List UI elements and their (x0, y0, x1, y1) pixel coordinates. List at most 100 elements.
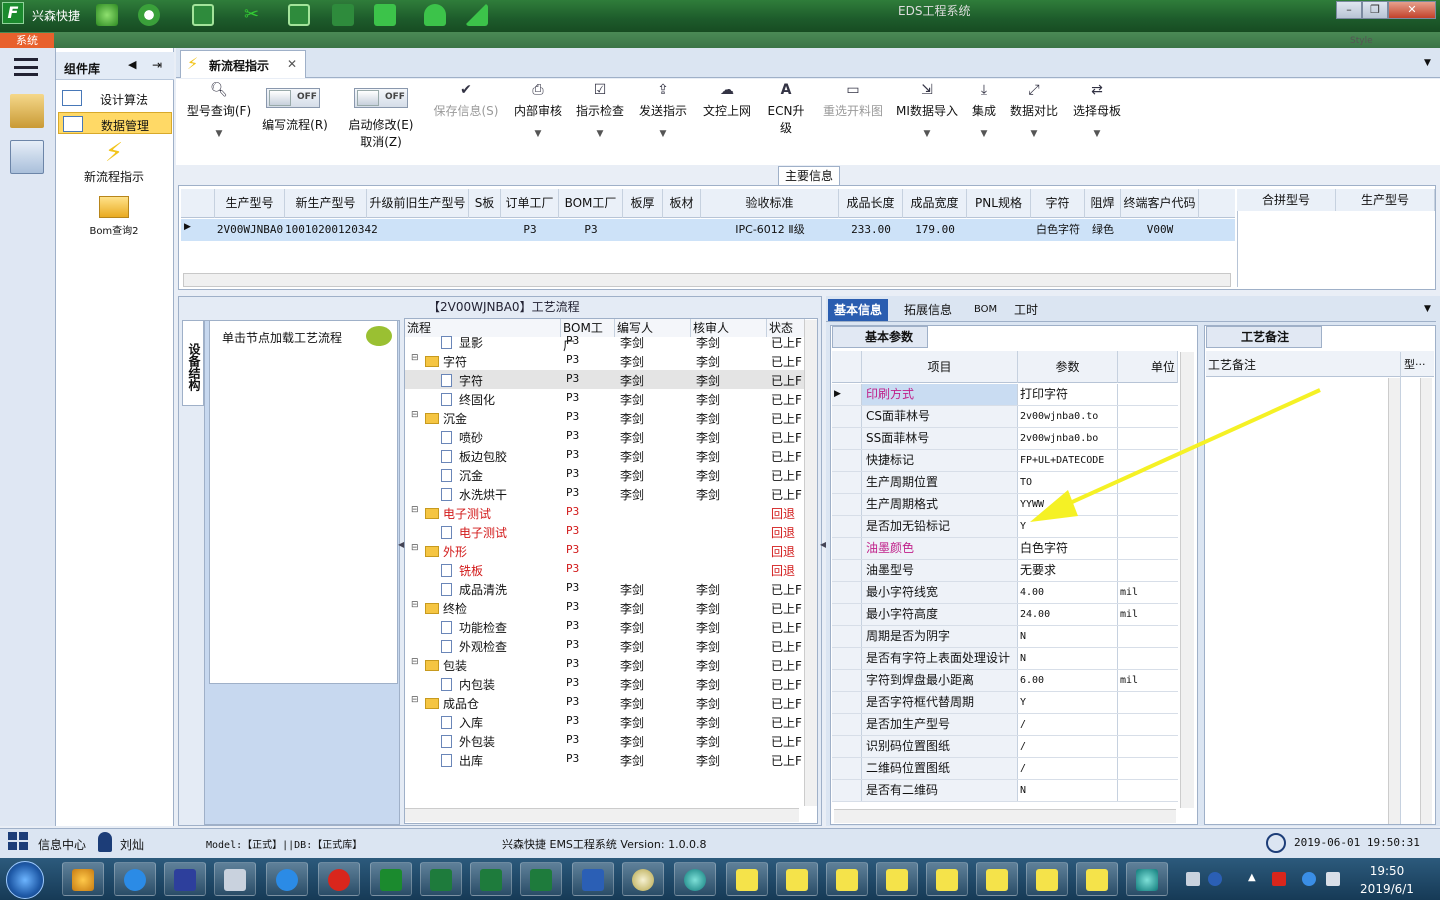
taskbar-app-x3[interactable] (826, 862, 868, 896)
main-col-header[interactable]: 阻焊 (1085, 189, 1121, 218)
param-value[interactable]: N (1018, 780, 1118, 801)
tree-row[interactable]: 成品清洗 P3 李剑 李剑 已上F (405, 579, 805, 598)
lifebuoy-quick-icon[interactable] (138, 4, 160, 26)
param-row[interactable]: 油墨颜色 白色字符 (832, 538, 1178, 560)
main-cell[interactable]: P3 (501, 219, 559, 241)
device-structure-tab[interactable]: 设备结构 (182, 320, 204, 406)
internal-review-button[interactable]: ⎙ 内部审核 ▼ (512, 82, 564, 139)
main-col-header[interactable]: 生产型号 (215, 189, 285, 218)
copy-quick-icon[interactable] (332, 4, 354, 26)
type-scrollbar[interactable] (1420, 378, 1432, 824)
main-cell[interactable]: P3 (559, 219, 623, 241)
param-value[interactable]: / (1018, 714, 1118, 735)
main-cell[interactable] (967, 219, 1031, 241)
taskbar-app-scanner[interactable] (214, 862, 256, 896)
taskbar-app-viewer[interactable] (674, 862, 716, 896)
tree-row[interactable]: ⊟ 终检 P3 李剑 李剑 已上F (405, 598, 805, 617)
bom-query2-item[interactable]: Bom查询2 (62, 196, 166, 237)
tree-row[interactable]: 水洗烘干 P3 李剑 李剑 已上F (405, 484, 805, 503)
tree-row[interactable]: 出库 P3 李剑 李剑 已上F (405, 750, 805, 769)
taskbar-app-x5[interactable] (926, 862, 968, 896)
main-col-header[interactable]: 终端客户代码 (1121, 189, 1199, 218)
taskbar-app-excel3[interactable] (520, 862, 562, 896)
comp-item-design-algorithm[interactable]: 设计算法 (58, 87, 172, 109)
tree-row[interactable]: 字符 P3 李剑 李剑 已上F (405, 370, 805, 389)
collapse-icon[interactable]: ⊟ (411, 353, 419, 363)
taskbar-app-paint[interactable] (622, 862, 664, 896)
mi-data-import-button[interactable]: ⇲ MI数据导入 ▼ (894, 82, 960, 139)
collapse-icon[interactable]: ⊟ (411, 657, 419, 667)
hamburger-menu-icon[interactable] (14, 58, 38, 76)
reselect-cutting-diagram-button[interactable]: ▭ 重选开料图 (820, 82, 886, 119)
main-cell[interactable] (623, 219, 663, 241)
tab-basic-params[interactable]: 基本参数 (832, 326, 928, 348)
main-col-header[interactable]: 板材 (663, 189, 701, 218)
close-tab-icon[interactable]: ✕ (287, 57, 297, 71)
system-menu[interactable]: 系统 (0, 33, 54, 49)
table-quick-icon[interactable] (192, 4, 214, 26)
tree-row[interactable]: ⊟ 沉金 P3 李剑 李剑 已上F (405, 408, 805, 427)
tab-extended-info[interactable]: 拓展信息 (898, 299, 958, 321)
chart-quick-icon[interactable] (466, 4, 488, 26)
main-col-header[interactable]: 板厚 (623, 189, 663, 218)
main-col-header[interactable]: 成品宽度 (903, 189, 967, 218)
main-info-scrollbar[interactable] (183, 273, 1231, 287)
collapse-icon[interactable]: ⊟ (411, 600, 419, 610)
main-cell[interactable]: 10010200120342 (285, 219, 378, 241)
main-cell[interactable]: IPC-6012 Ⅱ级 (701, 219, 839, 241)
info-center-link[interactable]: 信息中心 (38, 836, 86, 853)
main-col-header[interactable]: S板 (469, 189, 501, 218)
notes-scrollbar[interactable] (1388, 378, 1400, 824)
main-cell[interactable] (367, 219, 469, 241)
param-value[interactable]: N (1018, 648, 1118, 669)
tree-row[interactable]: 板边包胶 P3 李剑 李剑 已上F (405, 446, 805, 465)
start-button-icon[interactable] (6, 861, 44, 899)
collapse-icon[interactable]: ⊟ (411, 543, 419, 553)
main-col-header[interactable]: 新生产型号 (285, 189, 367, 218)
comp-item-data-management[interactable]: 数据管理 (58, 112, 172, 134)
tree-horizontal-scrollbar[interactable] (405, 808, 799, 822)
taskbar-app-save[interactable] (164, 862, 206, 896)
param-row[interactable]: 识别码位置图纸 / (832, 736, 1178, 758)
taskbar-app-excel1[interactable] (420, 862, 462, 896)
main-cell[interactable]: 179.00 (903, 219, 967, 241)
pin-icon[interactable]: ⇥ (152, 58, 162, 72)
data-compare-button[interactable]: ⤢ 数据对比 ▼ (1008, 82, 1060, 139)
network-tray-icon[interactable] (1326, 872, 1340, 886)
main-cell[interactable]: 233.00 (839, 219, 903, 241)
tree-row[interactable]: 显影 P3 李剑 李剑 已上F (405, 332, 805, 351)
taskbar-app-ie[interactable] (266, 862, 308, 896)
param-value[interactable]: 24.00 (1018, 604, 1118, 625)
taskbar-app-excel2[interactable] (470, 862, 512, 896)
search-quick-icon[interactable] (96, 4, 118, 26)
send-instruction-button[interactable]: ⇪ 发送指示 ▼ (636, 82, 690, 139)
show-hidden-icons-icon[interactable]: ▲ (1248, 872, 1262, 886)
tree-row[interactable]: 铣板 P3 回退 (405, 560, 805, 579)
style-menu[interactable]: Style (1350, 36, 1373, 46)
select-motherboard-button[interactable]: ⇄ 选择母板 ▼ (1070, 82, 1124, 139)
new-process-instruction-item[interactable]: ⚡ 新流程指示 (62, 138, 166, 185)
collapse-icon[interactable]: ⊟ (411, 505, 419, 515)
red-tray-icon[interactable] (1272, 872, 1286, 886)
splitter-left-icon[interactable]: ◀ (398, 540, 404, 549)
tree-row[interactable]: 外包装 P3 李剑 李剑 已上F (405, 731, 805, 750)
taskbar-app-x8[interactable] (1076, 862, 1118, 896)
close-window-button[interactable]: ✕ (1388, 1, 1436, 19)
tree-row[interactable]: ⊟ 字符 P3 李剑 李剑 已上F (405, 351, 805, 370)
param-row[interactable]: 油墨型号 无要求 (832, 560, 1178, 582)
main-col-header[interactable]: BOM工厂 (559, 189, 623, 218)
main-col-header[interactable]: 成品长度 (839, 189, 903, 218)
tree-row[interactable]: 外观检查 P3 李剑 李剑 已上F (405, 636, 805, 655)
param-row[interactable]: 是否有字符上表面处理设计 N (832, 648, 1178, 670)
main-cell[interactable] (663, 219, 701, 241)
grid-quick-icon[interactable] (374, 4, 396, 26)
tree-row[interactable]: ⊟ 外形 P3 回退 (405, 541, 805, 560)
param-row[interactable]: 是否加生产型号 / (832, 714, 1178, 736)
factory-icon[interactable] (10, 94, 44, 128)
instruction-check-button[interactable]: ☑ 指示检查 ▼ (574, 82, 626, 139)
tab-new-process[interactable]: ⚡ 新流程指示 ✕ (180, 50, 306, 78)
tab-process-notes[interactable]: 工艺备注 (1206, 326, 1322, 348)
maximize-button[interactable]: ❐ (1362, 1, 1388, 19)
help-tray-icon[interactable] (1208, 872, 1222, 886)
param-row[interactable]: 最小字符线宽 4.00 mil (832, 582, 1178, 604)
